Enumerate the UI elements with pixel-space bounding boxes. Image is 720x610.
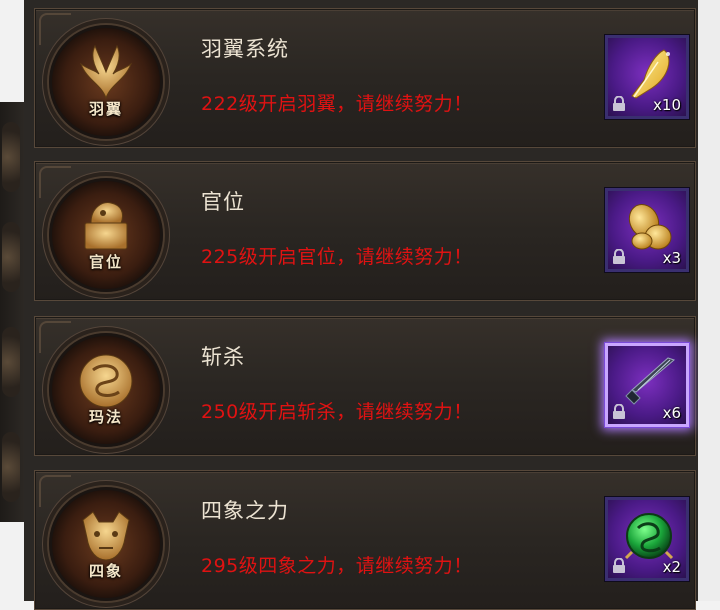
feature-row-wings: 羽翼 羽翼系统 222级开启羽翼，请继续努力！ x10 <box>34 8 696 148</box>
lock-icon <box>613 249 625 264</box>
feature-title: 羽翼系统 <box>201 37 289 61</box>
emblem-label: 官位 <box>88 253 123 271</box>
reward-slot[interactable]: x6 <box>605 343 689 427</box>
feature-emblem: 四象 <box>49 487 163 601</box>
feature-title: 四象之力 <box>201 499 289 523</box>
feature-title: 官位 <box>201 190 245 214</box>
unlock-requirement-text: 225级开启官位，请继续努力！ <box>201 246 473 268</box>
reward-count: x3 <box>662 249 681 267</box>
reward-slot[interactable]: x3 <box>605 188 689 272</box>
lock-icon <box>613 96 625 111</box>
feature-emblem: 官位 <box>49 178 163 292</box>
scrollbar-track[interactable] <box>698 0 720 601</box>
lock-icon <box>613 404 625 419</box>
unlock-requirement-text: 295级四象之力，请继续努力！ <box>201 555 473 577</box>
reward-count: x6 <box>662 404 681 422</box>
seal-icon <box>84 202 128 250</box>
feature-unlock-list: 羽翼 羽翼系统 222级开启羽翼，请继续努力！ x10 官位 官位 225级开启… <box>24 0 698 610</box>
reward-slot[interactable]: x2 <box>605 497 689 581</box>
side-panel-edge <box>0 102 24 522</box>
dragon-orb-icon <box>79 354 133 408</box>
reward-slot[interactable]: x10 <box>605 35 689 119</box>
reward-count: x2 <box>662 558 681 576</box>
lock-icon <box>613 558 625 573</box>
feature-emblem: 羽翼 <box>49 25 163 139</box>
emblem-label: 玛法 <box>88 408 123 426</box>
reward-count: x10 <box>653 96 681 114</box>
unlock-requirement-text: 222级开启羽翼，请继续努力！ <box>201 93 473 115</box>
beast-head-icon <box>82 511 130 561</box>
unlock-requirement-text: 250级开启斩杀，请继续努力！ <box>201 401 473 423</box>
feature-emblem: 玛法 <box>49 333 163 447</box>
feature-row-slay: 玛法 斩杀 250级开启斩杀，请继续努力！ x6 <box>34 316 696 456</box>
wings-icon <box>79 45 133 100</box>
feature-title: 斩杀 <box>201 345 245 369</box>
feature-row-rank: 官位 官位 225级开启官位，请继续努力！ x3 <box>34 161 696 301</box>
emblem-label: 羽翼 <box>88 100 123 118</box>
feature-row-four-symbols: 四象 四象之力 295级四象之力，请继续努力！ x2 <box>34 470 696 610</box>
emblem-label: 四象 <box>88 562 123 580</box>
